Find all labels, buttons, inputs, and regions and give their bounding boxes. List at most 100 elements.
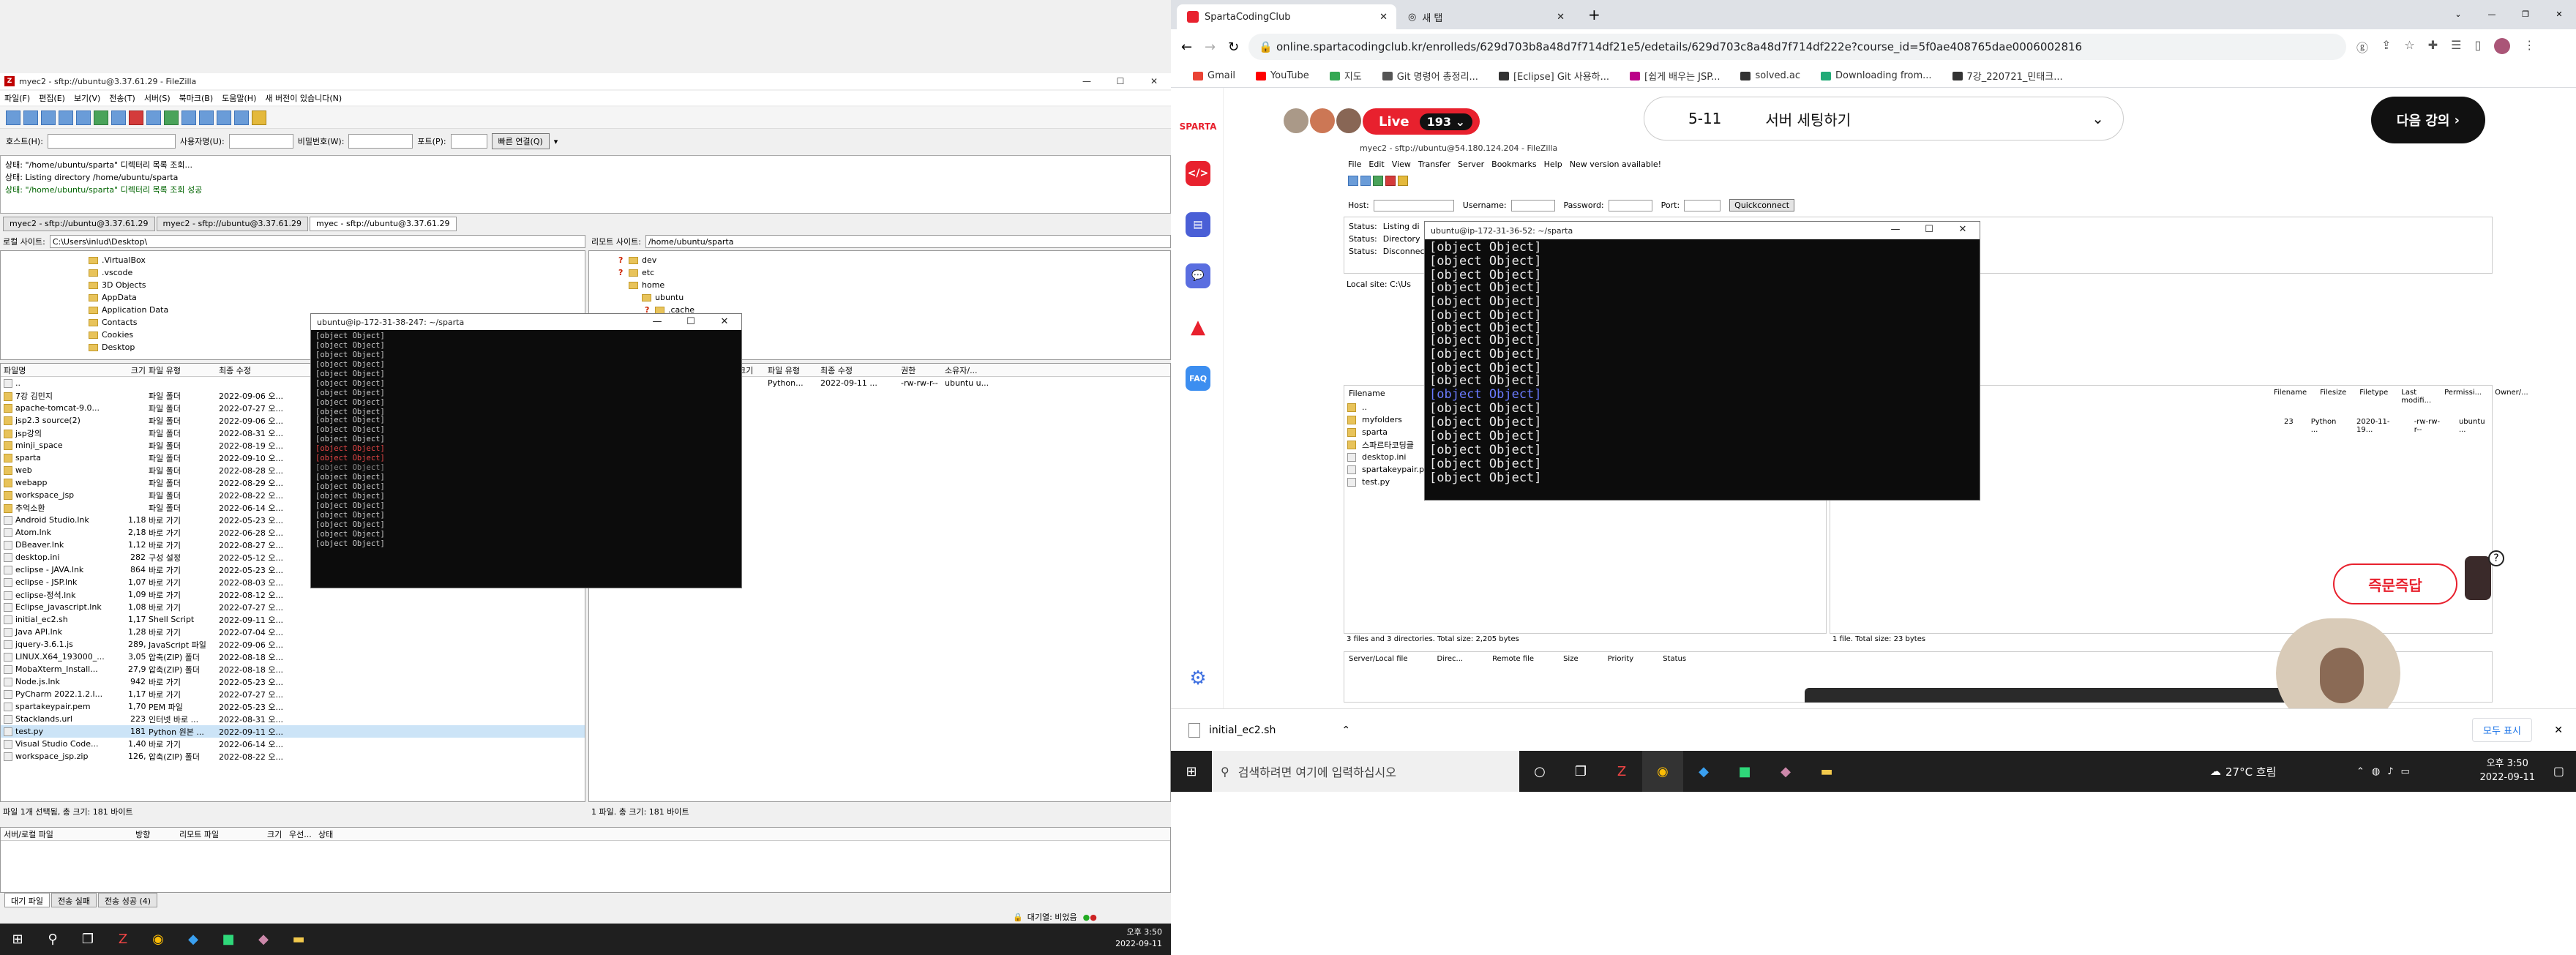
connection-tab[interactable]: myec2 - sftp://ubuntu@3.37.61.29 bbox=[3, 217, 155, 231]
process-queue-icon[interactable] bbox=[111, 110, 126, 125]
local-path-input[interactable] bbox=[49, 235, 585, 248]
warning-icon[interactable]: ▲ bbox=[1186, 315, 1210, 340]
download-file-name[interactable]: initial_ec2.sh bbox=[1209, 724, 1276, 736]
table-row[interactable]: eclipse-정석.lnk 1,094바로 가기 2022-08-12 오... bbox=[1, 588, 585, 601]
menu-item[interactable]: 전송(T) bbox=[109, 92, 135, 104]
connection-tab[interactable]: myec - sftp://ubuntu@3.37.61.29 bbox=[310, 217, 457, 231]
bookmark-item[interactable]: YouTube bbox=[1255, 70, 1309, 81]
next-lecture-button[interactable]: 다음 강의 › bbox=[2371, 97, 2485, 143]
table-row[interactable]: Visual Studio Code... 1,404바로 가기 2022-06-1… bbox=[1, 738, 585, 750]
sync-browse-icon[interactable] bbox=[217, 110, 231, 125]
tree-item[interactable]: home bbox=[618, 279, 1170, 291]
table-row[interactable]: spartakeypair.pem 1,700PEM 파일 2022-05-23 오… bbox=[1, 700, 585, 713]
close-icon[interactable]: ✕ bbox=[2542, 0, 2576, 29]
table-row[interactable]: initial_ec2.sh 1,178Shell Script 2022-09-1… bbox=[1, 613, 585, 626]
menu-item[interactable]: 편집(E) bbox=[39, 92, 65, 104]
back-icon[interactable]: ← bbox=[1181, 40, 1192, 55]
bookmark-item[interactable]: [쉽게 배우는 JSP... bbox=[1630, 69, 1720, 83]
chat-icon[interactable]: 💬 bbox=[1186, 263, 1210, 288]
reading-list-icon[interactable]: ☰ bbox=[2451, 38, 2461, 56]
side-panel-icon[interactable]: ▯ bbox=[2475, 38, 2482, 56]
app-taskbar-icon[interactable]: ◆ bbox=[246, 924, 281, 955]
minimize-icon[interactable]: — bbox=[1070, 73, 1104, 89]
column-header[interactable]: 우선... bbox=[286, 828, 315, 840]
cortana-icon[interactable]: ○ bbox=[1519, 751, 1560, 792]
column-header[interactable]: 파일 유형 bbox=[765, 364, 817, 376]
column-header[interactable]: 파일명 bbox=[1, 364, 125, 376]
toggle-tree-icon[interactable] bbox=[41, 110, 56, 125]
menu-item[interactable]: 서버(S) bbox=[144, 92, 171, 104]
table-row[interactable]: Stacklands.url 223 인터넷 바로 ... 2022-08-31 오.… bbox=[1, 713, 585, 725]
maximize-icon[interactable]: ☐ bbox=[674, 314, 708, 330]
code-icon[interactable]: </> bbox=[1186, 161, 1210, 186]
cancel-icon[interactable] bbox=[129, 110, 143, 125]
sparta-logo-icon[interactable]: SPARTA bbox=[1180, 114, 1216, 139]
queue-tab[interactable]: 대기 파일 bbox=[4, 893, 50, 907]
network-icon[interactable]: ◍ bbox=[2372, 766, 2380, 777]
column-header[interactable]: 크기 bbox=[125, 364, 146, 376]
disconnect-icon[interactable] bbox=[146, 110, 161, 125]
clock-left[interactable]: 오후 3:50 2022-09-11 bbox=[1115, 926, 1162, 950]
profile-icon[interactable] bbox=[2494, 38, 2511, 54]
windows-start-icon[interactable]: ⊞ bbox=[1171, 751, 1212, 792]
taskbar-search-box[interactable]: ⚲ 검색하려면 여기에 입력하십시오 bbox=[1212, 751, 1519, 792]
table-row[interactable]: LINUX.X64_193000_... 3,059,70...압축(ZIP) 폴… bbox=[1, 651, 585, 663]
bookmark-item[interactable]: solved.ac bbox=[1740, 70, 1800, 81]
minimize-icon[interactable]: — bbox=[2475, 0, 2509, 29]
notifications-icon[interactable]: ▢ bbox=[2553, 764, 2564, 778]
filezilla-taskbar-icon[interactable]: Z bbox=[1601, 751, 1642, 792]
username-input[interactable] bbox=[228, 134, 293, 149]
tree-item[interactable]: ubuntu bbox=[618, 291, 1170, 304]
volume-icon[interactable]: ♪ bbox=[2387, 766, 2393, 777]
tree-item[interactable]: 3D Objects bbox=[89, 279, 585, 291]
tree-item[interactable]: ? etc bbox=[618, 266, 1170, 279]
tree-item[interactable]: ? dev bbox=[618, 254, 1170, 266]
maximize-icon[interactable]: ☐ bbox=[1104, 73, 1137, 89]
column-header[interactable]: 파일 유형 bbox=[146, 364, 216, 376]
table-row[interactable]: workspace_jsp.zip 126,736,...압축(ZIP) 폴더 20… bbox=[1, 750, 585, 763]
quickconnect-button[interactable]: 빠른 연결(Q) bbox=[491, 133, 550, 149]
password-input[interactable] bbox=[348, 134, 413, 149]
minimize-icon[interactable]: — bbox=[640, 314, 674, 330]
site-manager-icon[interactable] bbox=[6, 110, 20, 125]
quickconnect-dropdown-icon[interactable]: ▾ bbox=[554, 137, 558, 146]
video-control-bar[interactable] bbox=[1805, 688, 2346, 703]
menu-item[interactable]: 새 버전이 있습니다(N) bbox=[265, 92, 342, 104]
column-header[interactable]: 최종 수정 bbox=[216, 364, 304, 376]
tab-new[interactable]: ◎ 새 탭 ✕ bbox=[1398, 4, 1573, 29]
column-header[interactable]: 리모트 파일 bbox=[176, 828, 264, 840]
maximize-icon[interactable]: ❐ bbox=[2509, 0, 2542, 29]
table-row[interactable]: MobaXterm_Install... 27,987,1...압축(ZIP) 폴… bbox=[1, 663, 585, 675]
task-view-icon[interactable]: ❐ bbox=[70, 924, 105, 955]
notes-icon[interactable]: ▤ bbox=[1186, 212, 1210, 237]
filter-icon[interactable] bbox=[181, 110, 196, 125]
bookmark-item[interactable]: Gmail bbox=[1193, 70, 1235, 81]
vscode-taskbar-icon[interactable]: ◆ bbox=[1683, 751, 1724, 792]
reconnect-icon[interactable] bbox=[164, 110, 179, 125]
menu-dots-icon[interactable]: ⋮ bbox=[2523, 38, 2535, 56]
column-header[interactable]: 방향 bbox=[132, 828, 176, 840]
port-input[interactable] bbox=[450, 134, 487, 149]
extensions-icon[interactable]: ✚ bbox=[2428, 38, 2438, 56]
mascot-icon[interactable]: ? bbox=[2459, 550, 2504, 606]
table-row[interactable]: Node.js.lnk 942 바로 가기 2022-05-23 오... bbox=[1, 675, 585, 688]
bookmark-item[interactable]: 7강_220721_민태크... bbox=[1952, 69, 2063, 83]
queue-tab[interactable]: 전송 실패 bbox=[50, 893, 97, 907]
table-row[interactable]: Eclipse_javascript.lnk 1,089바로 가기 2022-07-… bbox=[1, 601, 585, 613]
chrome-taskbar-icon[interactable]: ◉ bbox=[141, 924, 176, 955]
search-icon[interactable]: ⚲ bbox=[35, 924, 70, 955]
faq-icon[interactable]: FAQ bbox=[1186, 366, 1210, 391]
translate-icon[interactable]: ⓖ bbox=[2356, 38, 2368, 56]
bookmark-item[interactable]: 지도 bbox=[1329, 69, 1362, 83]
address-bar[interactable]: 🔒 online.spartacodingclub.kr/enrolleds/6… bbox=[1248, 34, 2346, 60]
ask-button[interactable]: 즉문즉답 bbox=[2333, 563, 2457, 604]
search-icon[interactable] bbox=[234, 110, 249, 125]
pycharm-taskbar-icon[interactable]: ■ bbox=[211, 924, 246, 955]
new-tab-plus-icon[interactable]: + bbox=[1588, 6, 1600, 23]
close-icon[interactable]: ✕ bbox=[1379, 12, 1388, 23]
table-row[interactable]: jquery-3.6.1.js 289,812JavaScript 파일 2022-… bbox=[1, 638, 585, 651]
toggle-log-icon[interactable] bbox=[23, 110, 38, 125]
task-view-icon[interactable]: ❐ bbox=[1560, 751, 1601, 792]
forward-icon[interactable]: → bbox=[1205, 40, 1216, 55]
host-input[interactable] bbox=[47, 134, 176, 149]
